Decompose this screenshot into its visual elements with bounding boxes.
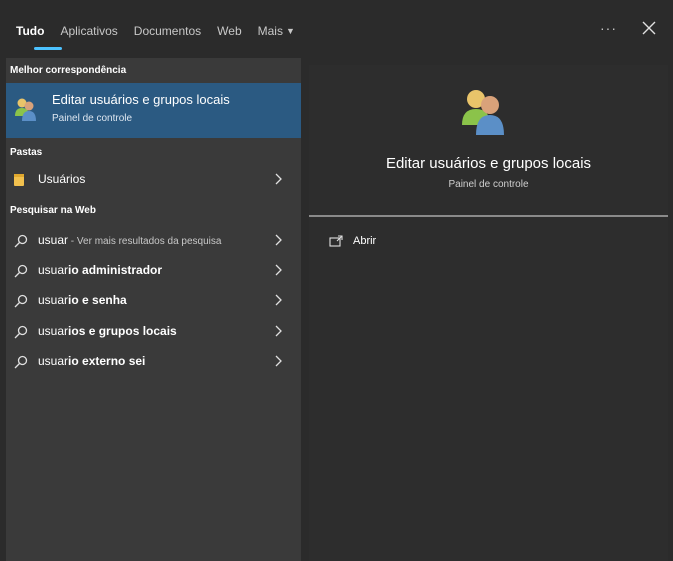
web-result-label: usuar - Ver mais resultados da pesquisa	[38, 233, 221, 247]
web-result-completion: io administrador	[68, 263, 163, 277]
tab-documentos[interactable]: Documentos	[134, 22, 201, 40]
web-result-label: usuario externo sei	[38, 354, 145, 368]
folders-heading: Pastas	[10, 147, 43, 158]
search-icon	[14, 325, 28, 339]
web-result-item[interactable]: usuarios e grupos locais	[6, 319, 301, 345]
active-tab-indicator	[34, 47, 62, 50]
preview-panel: Editar usuários e grupos locais Painel d…	[309, 65, 668, 561]
web-result-query: usuar	[38, 354, 69, 368]
search-tab-bar: Tudo Aplicativos Documentos Web Mais ▼ ··…	[0, 0, 673, 58]
web-result-hint: - Ver mais resultados da pesquisa	[68, 236, 222, 247]
results-panel: Melhor correspondência Editar usuários e…	[6, 58, 301, 561]
chevron-right-icon	[275, 173, 282, 185]
web-result-label: usuarios e grupos locais	[38, 324, 177, 338]
web-result-item[interactable]: usuario externo sei	[6, 349, 301, 375]
web-result-item[interactable]: usuario e senha	[6, 288, 301, 314]
web-result-label: usuario e senha	[38, 293, 127, 307]
best-match-heading: Melhor correspondência	[10, 65, 127, 76]
chevron-right-icon	[275, 325, 282, 337]
web-result-query: usuar	[38, 293, 69, 307]
best-match-subtitle: Painel de controle	[52, 113, 133, 124]
tab-aplicativos[interactable]: Aplicativos	[60, 22, 117, 40]
search-icon	[14, 264, 28, 278]
web-result-item[interactable]: usuario administrador	[6, 258, 301, 284]
tab-mais[interactable]: Mais ▼	[258, 22, 295, 40]
chevron-right-icon	[275, 355, 282, 367]
preview-divider	[309, 215, 668, 217]
open-action[interactable]: Abrir	[329, 231, 376, 251]
users-group-icon	[15, 98, 36, 121]
web-result-completion: ios e grupos locais	[68, 324, 177, 338]
chevron-right-icon	[275, 234, 282, 246]
close-icon[interactable]	[641, 20, 657, 36]
folder-icon	[14, 174, 24, 186]
chevron-right-icon	[275, 264, 282, 276]
web-result-completion: io externo sei	[68, 354, 146, 368]
web-result-query: usuar	[38, 324, 69, 338]
folder-item-usuarios[interactable]: Usuários	[6, 167, 301, 193]
web-result-label: usuario administrador	[38, 263, 162, 277]
users-group-icon	[462, 90, 504, 135]
best-match-item[interactable]: Editar usuários e grupos locais Painel d…	[6, 83, 301, 138]
search-icon	[14, 294, 28, 308]
tabs: Tudo Aplicativos Documentos Web Mais ▼	[16, 22, 311, 40]
search-icon	[14, 355, 28, 369]
web-result-query: usuar	[38, 263, 69, 277]
more-options-icon[interactable]: ···	[600, 20, 617, 36]
preview-title: Editar usuários e grupos locais	[385, 155, 592, 172]
folder-label: Usuários	[38, 172, 86, 186]
tab-mais-label: Mais	[257, 24, 283, 38]
search-icon	[14, 234, 28, 248]
tab-web[interactable]: Web	[217, 22, 241, 40]
preview-subtitle: Painel de controle	[448, 179, 529, 190]
caret-down-icon: ▼	[285, 26, 295, 36]
web-result-query: usuar	[38, 233, 69, 247]
best-match-title: Editar usuários e grupos locais	[52, 92, 230, 107]
web-search-heading: Pesquisar na Web	[10, 205, 96, 216]
top-actions: ···	[600, 20, 657, 36]
open-window-icon	[329, 235, 343, 247]
web-result-item[interactable]: usuar - Ver mais resultados da pesquisa	[6, 228, 301, 254]
open-action-label: Abrir	[353, 235, 377, 247]
tab-tudo[interactable]: Tudo	[16, 22, 44, 40]
chevron-right-icon	[275, 294, 282, 306]
web-result-completion: io e senha	[68, 293, 127, 307]
